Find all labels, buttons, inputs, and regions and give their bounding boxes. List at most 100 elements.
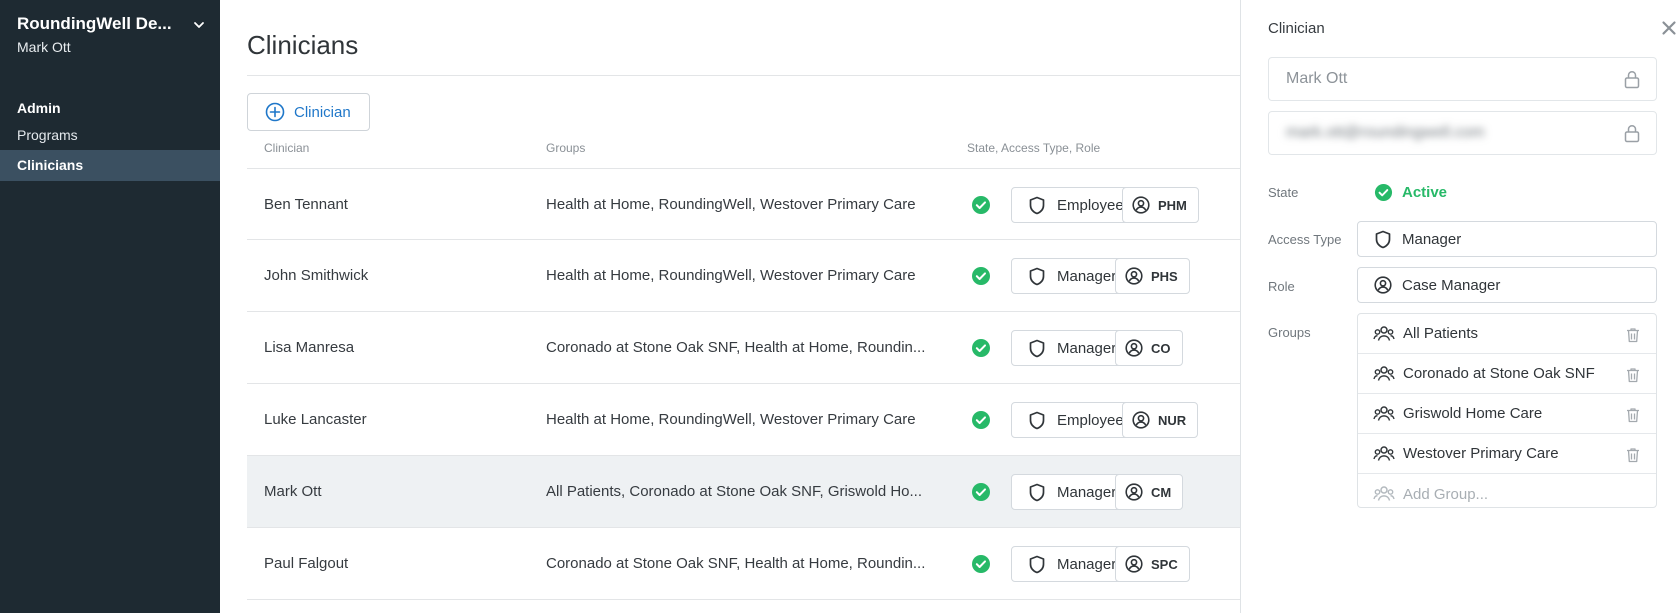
org-switcher[interactable]: RoundingWell De... Mark Ott — [17, 14, 207, 55]
clinician-name: John Smithwick — [264, 267, 369, 284]
role-button[interactable]: NUR — [1122, 402, 1199, 438]
trash-icon[interactable] — [1626, 447, 1640, 463]
column-header-state: State, Access Type, Role — [967, 141, 1101, 155]
sidebar-item-clinicians[interactable]: Clinicians — [0, 150, 220, 181]
access-type-value: Manager — [1402, 230, 1462, 248]
users-icon — [1373, 405, 1395, 421]
add-clinician-label: Clinician — [294, 103, 351, 121]
trash-icon[interactable] — [1626, 327, 1640, 343]
role-label: CM — [1151, 484, 1172, 500]
role-button[interactable]: PHS — [1115, 258, 1190, 294]
name-field: Mark Ott — [1268, 57, 1657, 101]
user-circle-icon — [1374, 276, 1392, 294]
user-circle-icon — [1125, 267, 1143, 285]
clinician-groups: Coronado at Stone Oak SNF, Health at Hom… — [546, 339, 926, 356]
access-type-label: Manager — [1057, 339, 1117, 357]
user-circle-icon — [1125, 339, 1143, 357]
shield-icon — [1029, 267, 1045, 285]
access-type-button[interactable]: Employee — [1011, 402, 1140, 438]
table-row[interactable]: Luke Lancaster Health at Home, RoundingW… — [247, 384, 1240, 456]
group-name: Coronado at Stone Oak SNF — [1403, 365, 1595, 382]
list-item: Coronado at Stone Oak SNF — [1358, 354, 1656, 394]
divider — [247, 75, 1240, 76]
table-row[interactable]: Lisa Manresa Coronado at Stone Oak SNF, … — [247, 312, 1240, 384]
user-circle-icon — [1125, 555, 1143, 573]
role-label: PHM — [1158, 197, 1187, 213]
list-item: Griswold Home Care — [1358, 394, 1656, 434]
column-header-clinician[interactable]: Clinician — [264, 141, 309, 155]
table-row[interactable]: Ben Tennant Health at Home, RoundingWell… — [247, 168, 1240, 240]
clinician-groups: Health at Home, RoundingWell, Westover P… — [546, 267, 916, 284]
table-row[interactable]: Mark Ott All Patients, Coronado at Stone… — [247, 456, 1240, 528]
name-value: Mark Ott — [1286, 70, 1348, 87]
check-circle-icon — [1374, 183, 1393, 202]
clinician-name: Luke Lancaster — [264, 411, 367, 428]
shield-icon — [1029, 339, 1045, 357]
users-icon — [1373, 486, 1395, 501]
clinician-name: Lisa Manresa — [264, 339, 355, 356]
role-button[interactable]: CM — [1115, 474, 1184, 510]
sidebar-item-programs[interactable]: Programs — [0, 120, 220, 151]
access-type-label: Manager — [1057, 555, 1117, 573]
panel-title: Clinician — [1268, 20, 1325, 37]
table-row[interactable]: Paul Falgout Coronado at Stone Oak SNF, … — [247, 528, 1240, 600]
check-circle-icon — [972, 339, 990, 357]
group-name: Westover Primary Care — [1403, 445, 1559, 462]
org-name[interactable]: RoundingWell De... — [17, 14, 207, 34]
groups-label: Groups — [1268, 325, 1311, 340]
access-type-label: Manager — [1057, 267, 1117, 285]
access-type-label: Employee — [1057, 196, 1124, 214]
group-name: All Patients — [1403, 325, 1479, 342]
trash-icon[interactable] — [1626, 367, 1640, 383]
role-label: Role — [1268, 279, 1295, 294]
check-circle-icon — [972, 267, 990, 285]
shield-icon — [1029, 196, 1045, 214]
shield-icon — [1029, 483, 1045, 501]
page-title: Clinicians — [247, 30, 359, 60]
access-type-label: Employee — [1057, 411, 1124, 429]
access-type-select[interactable]: Manager — [1357, 221, 1657, 257]
check-circle-icon — [972, 196, 990, 214]
shield-icon — [1029, 555, 1045, 573]
close-icon[interactable] — [1660, 19, 1678, 37]
check-circle-icon — [972, 411, 990, 429]
column-header-groups[interactable]: Groups — [546, 141, 585, 155]
add-group-button[interactable]: Add Group... — [1358, 474, 1656, 514]
chevron-down-icon[interactable] — [191, 17, 207, 33]
clinician-groups: Health at Home, RoundingWell, Westover P… — [546, 196, 916, 213]
role-button[interactable]: CO — [1115, 330, 1183, 366]
clinician-name: Mark Ott — [264, 483, 322, 500]
clinician-groups: Health at Home, RoundingWell, Westover P… — [546, 411, 916, 428]
role-button[interactable]: PHM — [1122, 187, 1199, 223]
access-type-label: Manager — [1057, 483, 1117, 501]
clinician-groups: All Patients, Coronado at Stone Oak SNF,… — [546, 483, 923, 500]
check-circle-icon — [972, 555, 990, 573]
main-content: Clinicians Clinician Clinician Groups St… — [220, 0, 1240, 613]
state-value[interactable]: Active — [1374, 183, 1447, 202]
table-row[interactable]: John Smithwick Health at Home, RoundingW… — [247, 240, 1240, 312]
access-type-label: Access Type — [1268, 232, 1342, 247]
user-circle-icon — [1125, 483, 1143, 501]
sidebar: RoundingWell De... Mark Ott Admin Progra… — [0, 0, 220, 613]
check-circle-icon — [972, 483, 990, 501]
clinician-name: Paul Falgout — [264, 555, 349, 572]
access-type-button[interactable]: Employee — [1011, 187, 1140, 223]
role-label: CO — [1151, 340, 1171, 356]
state-value-label: Active — [1402, 184, 1448, 201]
list-item: Westover Primary Care — [1358, 434, 1656, 474]
role-select[interactable]: Case Manager — [1357, 267, 1657, 303]
email-value: mark.ott@roundingwell.com — [1286, 124, 1485, 141]
role-label: SPC — [1151, 556, 1178, 572]
trash-icon[interactable] — [1626, 407, 1640, 423]
clinician-groups: Coronado at Stone Oak SNF, Health at Hom… — [546, 555, 926, 572]
user-circle-icon — [1132, 196, 1150, 214]
add-clinician-button[interactable]: Clinician — [247, 93, 370, 131]
list-item: All Patients — [1358, 314, 1656, 354]
state-label: State — [1268, 185, 1299, 200]
lock-icon — [1624, 124, 1640, 143]
users-icon — [1373, 445, 1395, 461]
role-button[interactable]: SPC — [1115, 546, 1190, 582]
nav-heading-admin: Admin — [17, 100, 61, 116]
user-name: Mark Ott — [17, 39, 71, 55]
users-icon — [1373, 365, 1395, 381]
